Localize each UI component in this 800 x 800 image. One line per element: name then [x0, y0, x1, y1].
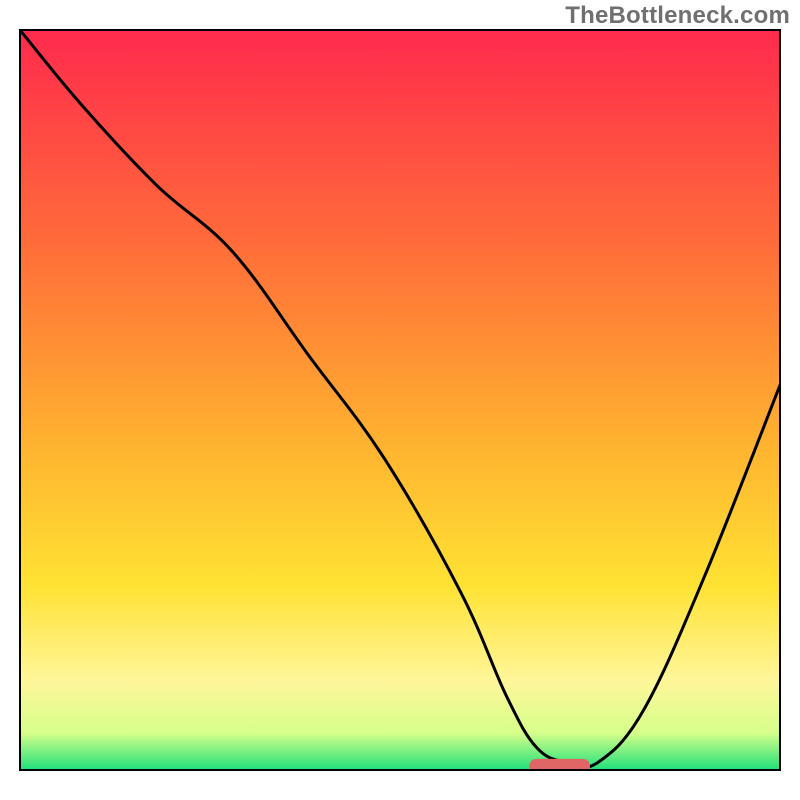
watermark-label: TheBottleneck.com	[565, 2, 790, 30]
bottleneck-chart	[0, 0, 800, 800]
plot-background	[20, 30, 780, 770]
optimal-marker	[529, 759, 590, 774]
